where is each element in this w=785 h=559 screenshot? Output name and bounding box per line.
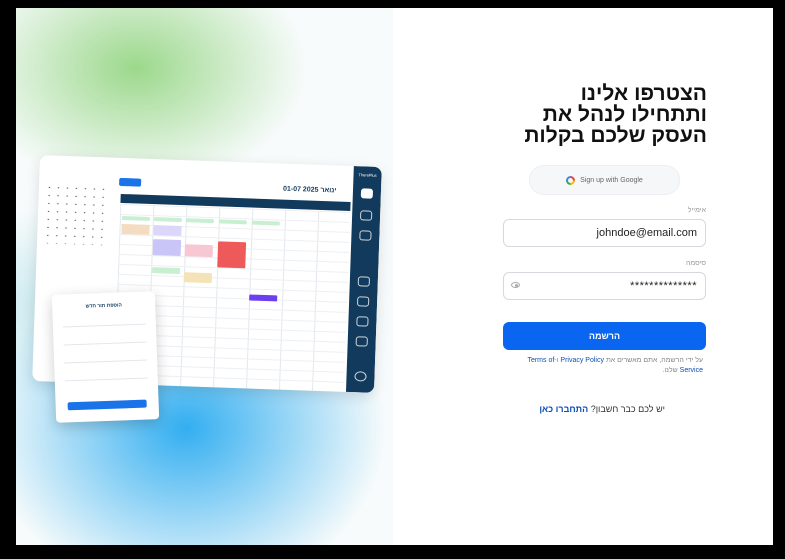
clients-icon: [359, 210, 373, 221]
event-block: [153, 225, 182, 237]
terms-text: על ידי הרשמה, אתם מאשרים את Privacy Poli…: [523, 356, 703, 376]
login-link[interactable]: התחברו כאן: [539, 404, 588, 414]
event-block: [184, 244, 214, 258]
password-label: סיסמה: [685, 260, 706, 267]
signup-button[interactable]: הרשמה: [503, 322, 706, 350]
signup-page: TherePlus 01-07 ינואר 2025 הוספת תור חדש…: [16, 8, 773, 545]
mockup-sidebar: TherePlus: [345, 166, 382, 393]
cart-icon: [359, 230, 372, 241]
terms-suffix: שלנו.: [662, 367, 678, 374]
popup-save-button: [67, 399, 147, 411]
event-block: [151, 267, 181, 275]
illustration-panel: TherePlus 01-07 ינואר 2025 הוספת תור חדש: [16, 8, 393, 545]
popup-field: [64, 359, 148, 364]
reports-icon: [356, 316, 369, 327]
popup-field: [63, 341, 147, 346]
show-password-icon[interactable]: [511, 282, 520, 288]
terms-prefix: על ידי הרשמה, אתם מאשרים את: [605, 357, 703, 364]
google-icon: [566, 175, 576, 185]
event-block: [185, 218, 214, 224]
google-signup-button[interactable]: Sign up with Google: [529, 165, 680, 195]
mockup-add-button: [119, 177, 142, 187]
event-block: [121, 223, 150, 235]
terms-and: ו-: [554, 357, 559, 364]
event-block: [249, 294, 278, 302]
users-icon: [357, 276, 371, 287]
event-block: [251, 220, 280, 226]
password-field[interactable]: [503, 272, 706, 300]
popup-field: [64, 377, 148, 382]
privacy-policy-link[interactable]: Privacy Policy: [560, 357, 604, 364]
signup-form: הצטרפו אלינו ותתחילו לנהל את העסק שלכם ב…: [393, 8, 773, 545]
mockup-logo: TherePlus: [358, 172, 377, 178]
calendar-icon: [360, 188, 374, 199]
settings-icon: [355, 336, 368, 347]
title-line-2: ותתחילו לנהל את: [542, 103, 707, 126]
popup-title: הוספת תור חדש: [85, 302, 123, 310]
login-prompt: יש לכם כבר חשבון? התחברו כאן: [539, 404, 665, 414]
login-question: יש לכם כבר חשבון?: [590, 404, 665, 414]
title-line-1: הצטרפו אלינו: [580, 82, 707, 105]
add-appointment-popup: הוספת תור חדש: [51, 291, 160, 423]
tag-icon: [356, 296, 370, 307]
google-signup-label: Sign up with Google: [580, 176, 643, 184]
mini-calendar: [42, 183, 112, 246]
event-block: [152, 239, 182, 257]
page-title: הצטרפו אלינו ותתחילו לנהל את העסק שלכם ב…: [487, 83, 707, 146]
popup-field: [62, 323, 146, 328]
avatar-icon: [354, 371, 367, 382]
email-label: אימייל: [687, 207, 706, 214]
mockup-date-title: 01-07 ינואר 2025: [282, 185, 337, 195]
email-field[interactable]: [503, 219, 706, 247]
event-block: [153, 217, 182, 223]
event-block: [218, 219, 247, 225]
title-line-3: העסק שלכם בקלות: [524, 124, 707, 147]
event-block: [183, 272, 213, 284]
event-block: [217, 241, 247, 269]
event-block: [121, 215, 150, 221]
